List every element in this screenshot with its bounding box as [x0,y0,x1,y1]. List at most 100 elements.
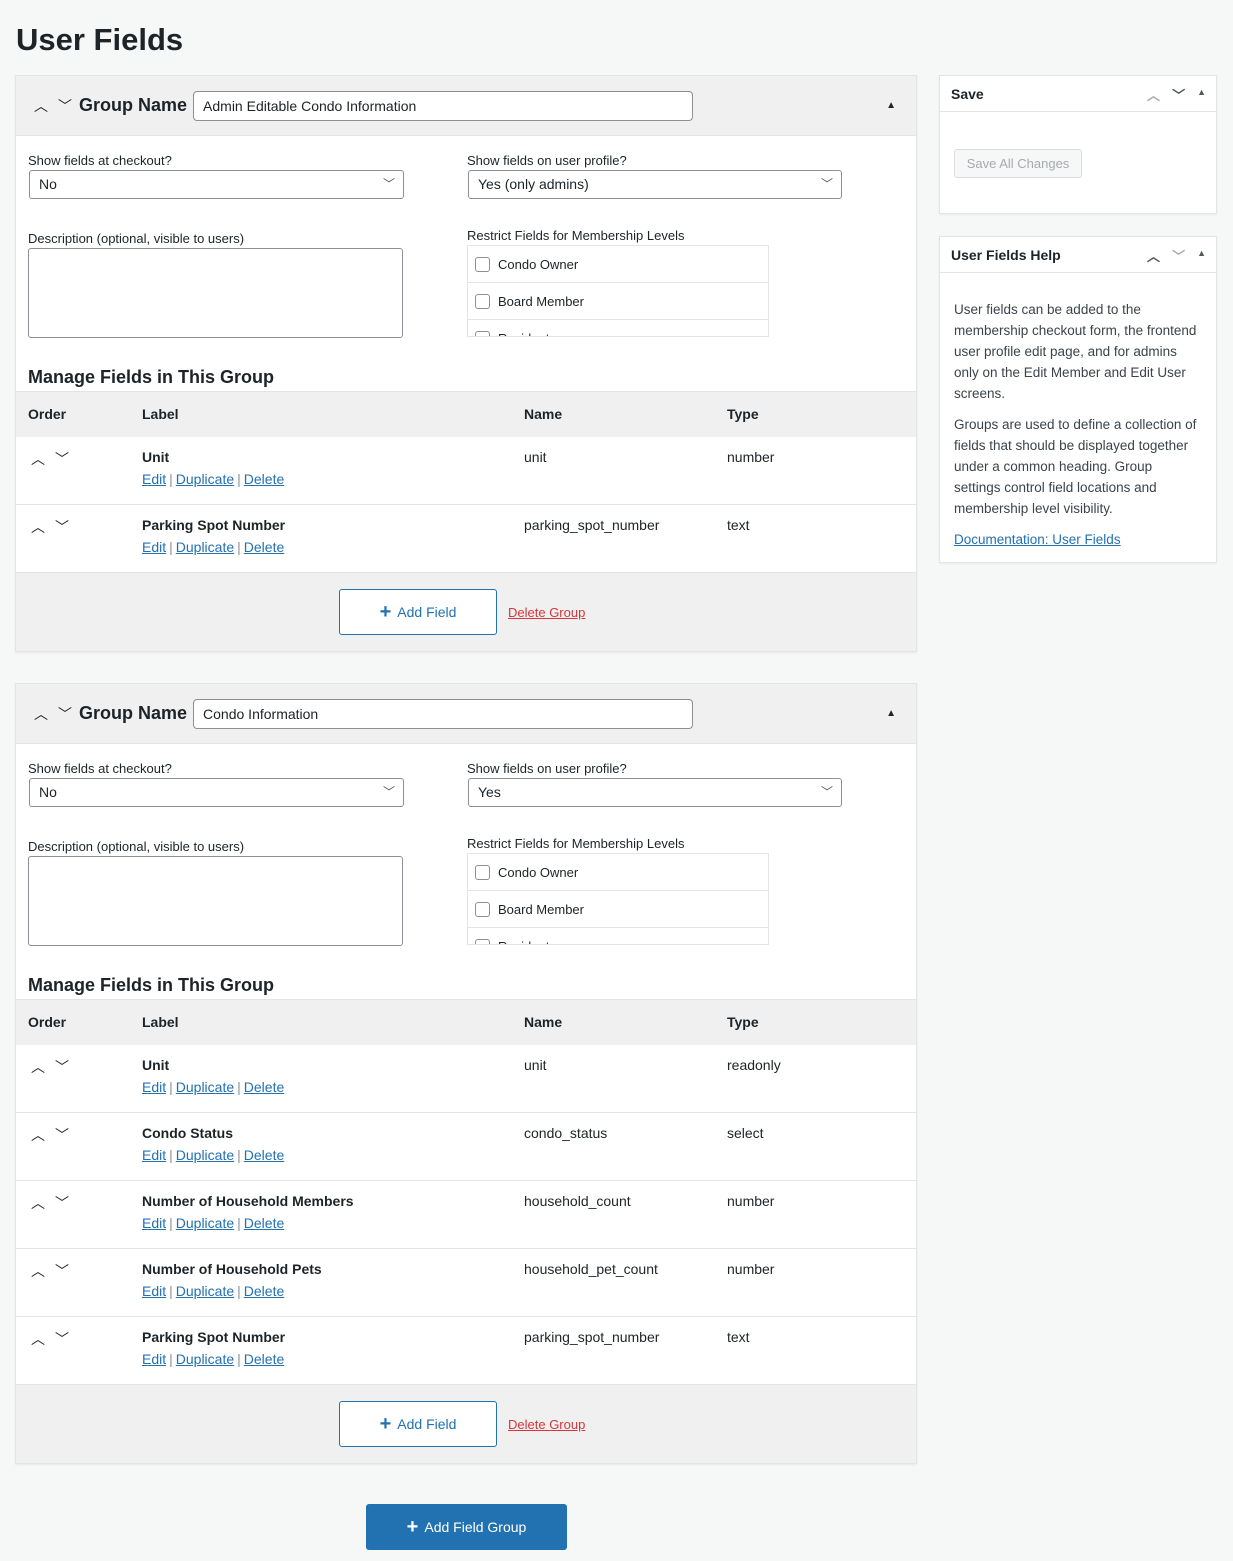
description-textarea[interactable] [28,248,403,338]
level-option[interactable]: Board Member [468,283,768,320]
delete-link[interactable]: Delete [244,1283,284,1299]
duplicate-link[interactable]: Duplicate [176,539,234,555]
column-header: Order [16,999,142,1045]
move-down-icon[interactable]: ﹀ [1172,246,1185,265]
move-up-icon[interactable]: ︿ [1147,85,1160,104]
delete-group-link[interactable]: Delete Group [508,1417,585,1432]
move-down-icon[interactable]: ﹀ [54,1057,70,1077]
move-down-icon[interactable]: ﹀ [1172,85,1185,104]
separator: | [237,470,241,487]
help-box-title: User Fields Help [951,246,1061,263]
membership-levels-list[interactable]: Condo Owner Board Member Resident [467,245,769,337]
move-down-icon[interactable]: ﹀ [54,1193,70,1213]
delete-link[interactable]: Delete [244,1079,284,1095]
level-checkbox[interactable] [475,864,490,880]
checkout-select[interactable]: No ﹀ [29,170,404,199]
level-option[interactable]: Board Member [468,891,768,928]
save-box-title: Save [951,85,984,102]
profile-select[interactable]: Yes (only admins) ﹀ [468,170,842,199]
add-field-button[interactable]: + Add Field [339,1401,497,1447]
collapse-icon[interactable]: ▲ [886,708,896,719]
edit-link[interactable]: Edit [142,1283,166,1299]
add-field-label: Add Field [397,1416,457,1432]
move-up-icon[interactable]: ︿ [30,1261,46,1281]
collapse-icon[interactable]: ▲ [886,100,896,111]
level-checkbox[interactable] [475,256,490,272]
membership-levels-list[interactable]: Condo Owner Board Member Resident [467,853,769,945]
move-up-icon[interactable]: ︿ [30,1057,46,1077]
checkout-value: No [39,784,57,800]
duplicate-link[interactable]: Duplicate [176,1351,234,1367]
duplicate-link[interactable]: Duplicate [176,1283,234,1299]
level-option[interactable]: Condo Owner [468,246,768,283]
move-down-icon[interactable]: ﹀ [57,96,73,116]
group-name-input[interactable]: Condo Information [193,698,694,729]
profile-select[interactable]: Yes ﹀ [468,778,842,807]
field-group: ︿ ﹀ Group Name Admin Editable Condo Infor… [15,75,917,652]
edit-link[interactable]: Edit [142,1079,166,1095]
move-up-icon[interactable]: ︿ [30,517,46,537]
group-name-label: Group Name [79,703,188,723]
restrict-label: Restrict Fields for Membership Levels [467,228,685,243]
edit-link[interactable]: Edit [142,539,166,555]
separator: | [237,1351,241,1367]
level-checkbox[interactable] [475,901,490,917]
move-up-icon[interactable]: ︿ [30,1329,46,1349]
move-up-icon[interactable]: ︿ [1147,246,1160,265]
move-down-icon[interactable]: ﹀ [54,1329,70,1349]
duplicate-link[interactable]: Duplicate [176,1147,234,1163]
delete-group-link[interactable]: Delete Group [508,605,585,620]
delete-link[interactable]: Delete [244,471,284,487]
page-title: User Fields [16,22,184,57]
level-option[interactable]: Resident [468,928,768,944]
save-all-changes-button[interactable]: Save All Changes [954,149,1082,178]
description-label: Description (optional, visible to users) [28,231,245,246]
collapse-icon[interactable]: ▲ [1197,248,1206,265]
delete-link[interactable]: Delete [244,539,284,555]
delete-link[interactable]: Delete [244,1215,284,1231]
field-label: Parking Spot Number [142,1329,286,1345]
field-name: household_pet_count [524,1248,727,1317]
move-up-icon[interactable]: ︿ [30,1193,46,1213]
edit-link[interactable]: Edit [142,1215,166,1231]
separator: | [237,1215,241,1231]
field-label: Condo Status [142,1125,233,1141]
add-field-button[interactable]: + Add Field [339,589,497,635]
level-option[interactable]: Resident [468,320,768,336]
field-type: select [727,1112,916,1181]
level-label: Condo Owner [498,864,579,880]
edit-link[interactable]: Edit [142,1351,166,1367]
level-label: Condo Owner [498,256,579,272]
move-down-icon[interactable]: ﹀ [54,517,70,537]
duplicate-link[interactable]: Duplicate [176,1215,234,1231]
move-up-icon[interactable]: ︿ [33,704,49,724]
level-checkbox[interactable] [475,938,490,944]
duplicate-link[interactable]: Duplicate [176,471,234,487]
move-down-icon[interactable]: ﹀ [54,449,70,469]
edit-link[interactable]: Edit [142,471,166,487]
duplicate-link[interactable]: Duplicate [176,1079,234,1095]
add-field-group-button[interactable]: + Add Field Group [366,1504,567,1550]
description-textarea[interactable] [28,856,403,946]
checkout-label: Show fields at checkout? [28,761,172,776]
level-checkbox[interactable] [475,293,490,309]
save-box: Save ︿ ﹀ ▲ Save All Changes [939,75,1217,214]
collapse-icon[interactable]: ▲ [1197,87,1206,104]
move-up-icon[interactable]: ︿ [30,1125,46,1145]
move-down-icon[interactable]: ﹀ [57,704,73,724]
fields-table: Order Label Name Type ︿ ﹀ Unit Edit | Duplicat… [16,391,916,573]
move-up-icon[interactable]: ︿ [30,449,46,469]
group-name-input[interactable]: Admin Editable Condo Information [193,90,694,121]
move-up-icon[interactable]: ︿ [33,96,49,116]
edit-link[interactable]: Edit [142,1147,166,1163]
checkout-select[interactable]: No ﹀ [29,778,404,807]
group-name-value: Admin Editable Condo Information [203,97,417,114]
level-checkbox[interactable] [475,330,490,336]
description-label: Description (optional, visible to users) [28,839,245,854]
documentation-link[interactable]: Documentation: User Fields [954,529,1202,550]
delete-link[interactable]: Delete [244,1351,284,1367]
delete-link[interactable]: Delete [244,1147,284,1163]
level-option[interactable]: Condo Owner [468,854,768,891]
move-down-icon[interactable]: ﹀ [54,1125,70,1145]
move-down-icon[interactable]: ﹀ [54,1261,70,1281]
